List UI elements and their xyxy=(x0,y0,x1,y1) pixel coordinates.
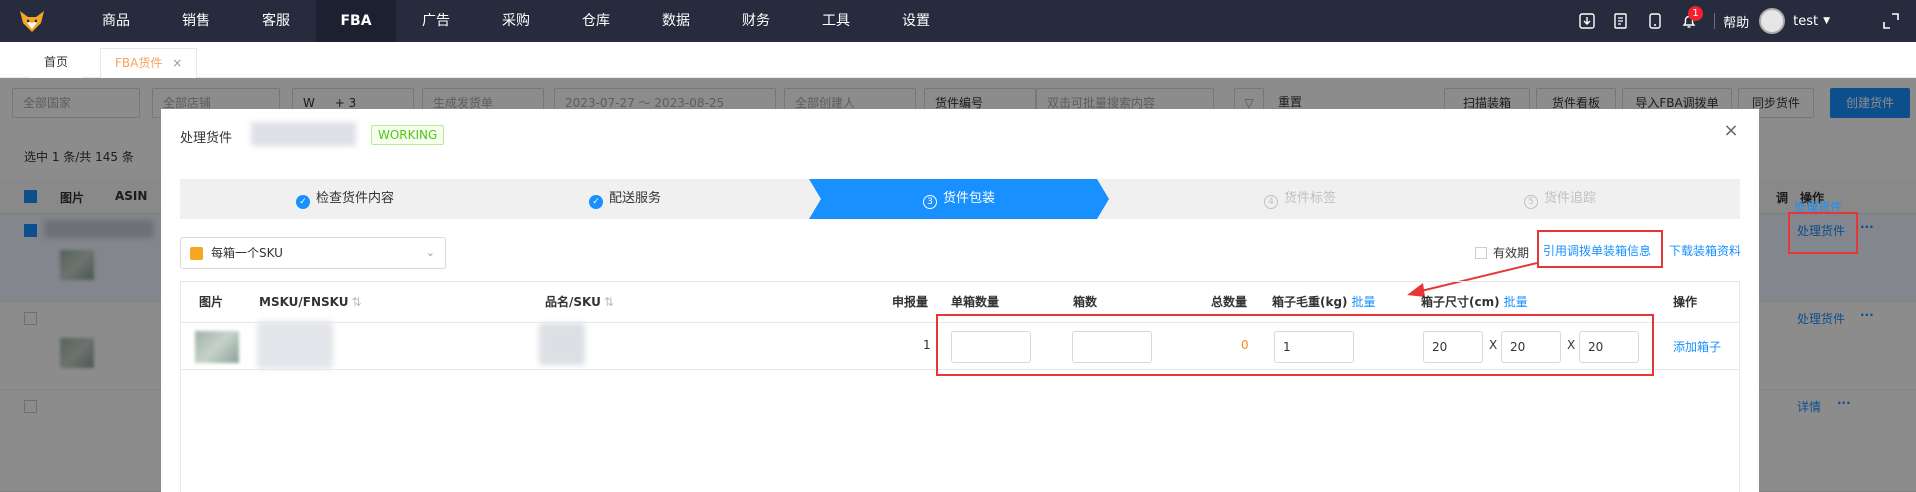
nav-item-settings[interactable]: 设置 xyxy=(876,0,956,42)
tab-close-icon[interactable]: × xyxy=(172,56,182,70)
task-list-icon[interactable] xyxy=(1604,0,1638,42)
tab-fba-label: FBA货件 xyxy=(115,56,163,70)
download-box-data-link[interactable]: 下载装箱资料 xyxy=(1669,242,1741,259)
step-check-content[interactable]: ✓ 检查货件内容 xyxy=(180,179,510,219)
fox-logo-icon[interactable] xyxy=(10,0,54,42)
col-size: 箱子尺寸(cm) 批量 xyxy=(1421,282,1528,322)
col-size-label: 箱子尺寸(cm) xyxy=(1421,295,1500,309)
sort-icon[interactable]: ⇅ xyxy=(604,295,614,309)
nav-right-tools: 1 帮助 test ▼ xyxy=(1570,0,1916,42)
modal-title: 处理货件 xyxy=(180,131,233,146)
tab-home[interactable]: 首页 xyxy=(30,48,83,78)
nav-item-products[interactable]: 商品 xyxy=(76,0,156,42)
weight-batch-link[interactable]: 批量 xyxy=(1352,295,1376,309)
step-done-check-icon: ✓ xyxy=(295,195,310,209)
box-count-input[interactable] xyxy=(1072,331,1152,363)
top-navbar: 商品 销售 客服 FBA 广告 采购 仓库 数据 财务 工具 设置 1 帮助 t… xyxy=(0,0,1916,42)
user-chevron-down-icon[interactable]: ▼ xyxy=(1823,16,1830,26)
packing-table: 图片 MSKU/FNSKU ⇅ 品名/SKU ⇅ 申报量 单箱数量 箱数 总数量 箱… xyxy=(180,281,1740,492)
pack-mode-value: 每箱一个SKU xyxy=(211,246,283,260)
process-shipment-modal: 处理货件 WORKING × ✓ 检查货件内容 ✓ 配送服务 3 货件包装 4 货件标签… xyxy=(161,109,1759,492)
blurred-sku xyxy=(539,323,585,365)
nav-item-tools[interactable]: 工具 xyxy=(796,0,876,42)
size-separator: X xyxy=(1567,338,1576,352)
close-icon[interactable]: × xyxy=(1721,121,1741,141)
step-label: 配送服务 xyxy=(608,191,661,206)
nav-item-service[interactable]: 客服 xyxy=(236,0,316,42)
step-labels[interactable]: 4 货件标签 xyxy=(1190,179,1410,219)
size-batch-link[interactable]: 批量 xyxy=(1504,295,1528,309)
step-number: 4 xyxy=(1263,195,1278,209)
validity-label: 有效期 xyxy=(1493,246,1530,260)
chevron-down-icon: ⌄ xyxy=(425,246,435,259)
nav-item-warehouse[interactable]: 仓库 xyxy=(556,0,636,42)
status-badge: WORKING xyxy=(371,125,445,145)
steps-bar: ✓ 检查货件内容 ✓ 配送服务 3 货件包装 4 货件标签 5 货件追踪 xyxy=(180,179,1740,219)
product-thumbnail xyxy=(195,331,239,363)
box-height-input[interactable]: 20 xyxy=(1579,331,1639,363)
col-name: 品名/SKU ⇅ xyxy=(545,282,614,322)
bell-icon[interactable]: 1 xyxy=(1672,0,1706,42)
step-label: 检查货件内容 xyxy=(315,191,394,206)
col-boxes: 箱数 xyxy=(1073,295,1098,309)
nav-item-finance[interactable]: 财务 xyxy=(716,0,796,42)
page-tabs: 首页 FBA货件 × xyxy=(0,42,1916,78)
step-tracking[interactable]: 5 货件追踪 xyxy=(1450,179,1670,219)
col-image: 图片 xyxy=(199,295,224,309)
fullscreen-icon[interactable] xyxy=(1874,0,1908,42)
nav-item-ads[interactable]: 广告 xyxy=(396,0,476,42)
download-icon[interactable] xyxy=(1570,0,1604,42)
step-label: 货件包装 xyxy=(942,191,995,206)
pack-mode-select[interactable]: 每箱一个SKU ⌄ xyxy=(180,237,446,269)
step-done-check-icon: ✓ xyxy=(588,195,603,209)
table-row: 1 0 1 20 X 20 X 20 添加箱子 xyxy=(181,321,1739,370)
col-weight-label: 箱子毛重(kg) xyxy=(1272,295,1348,309)
total-qty: 0 xyxy=(1241,338,1249,352)
declared-qty: 1 xyxy=(923,338,931,352)
nav-item-purchase[interactable]: 采购 xyxy=(476,0,556,42)
checkbox-box xyxy=(1475,247,1487,259)
user-name[interactable]: test xyxy=(1793,14,1818,29)
col-total: 总数量 xyxy=(1211,295,1248,309)
col-action: 操作 xyxy=(1673,295,1698,309)
mobile-icon[interactable] xyxy=(1638,0,1672,42)
sort-icon[interactable]: ⇅ xyxy=(352,295,362,309)
avatar[interactable] xyxy=(1759,8,1786,34)
box-width-input[interactable]: 20 xyxy=(1501,331,1561,363)
step-packing[interactable]: 3 货件包装 xyxy=(809,179,1109,219)
size-separator: X xyxy=(1489,338,1498,352)
col-name-label: 品名/SKU xyxy=(545,295,601,309)
add-box-link[interactable]: 添加箱子 xyxy=(1673,338,1721,355)
nav-divider xyxy=(1714,13,1716,29)
col-weight: 箱子毛重(kg) 批量 xyxy=(1272,282,1376,322)
step-shipping-service[interactable]: ✓ 配送服务 xyxy=(500,179,750,219)
nav-item-sales[interactable]: 销售 xyxy=(156,0,236,42)
blurred-msku xyxy=(257,321,333,369)
bg-process-link-visible[interactable]: 处理货件 xyxy=(1794,198,1842,214)
blurred-shipment-id xyxy=(251,122,356,146)
nav-item-fba[interactable]: FBA xyxy=(316,0,396,42)
tab-fba-shipment[interactable]: FBA货件 × xyxy=(100,48,198,78)
col-msku: MSKU/FNSKU ⇅ xyxy=(259,282,362,322)
per-box-qty-input[interactable] xyxy=(951,331,1031,363)
box-weight-input[interactable]: 1 xyxy=(1274,331,1354,363)
col-per-box: 单箱数量 xyxy=(951,295,1000,309)
box-icon xyxy=(190,247,203,260)
step-label: 货件标签 xyxy=(1283,191,1336,206)
step-number: 3 xyxy=(922,195,937,209)
notification-badge: 1 xyxy=(1688,6,1704,21)
step-label: 货件追踪 xyxy=(1543,191,1596,206)
col-msku-label: MSKU/FNSKU xyxy=(259,295,349,309)
nav-item-data[interactable]: 数据 xyxy=(636,0,716,42)
main-menu: 商品 销售 客服 FBA 广告 采购 仓库 数据 财务 工具 设置 xyxy=(76,0,956,42)
ref-transfer-box-info-link[interactable]: 引用调拨单装箱信息 xyxy=(1543,242,1651,259)
help-link[interactable]: 帮助 xyxy=(1723,12,1749,31)
box-length-input[interactable]: 20 xyxy=(1423,331,1483,363)
step-number: 5 xyxy=(1523,195,1538,209)
col-declared: 申报量 xyxy=(892,295,929,309)
